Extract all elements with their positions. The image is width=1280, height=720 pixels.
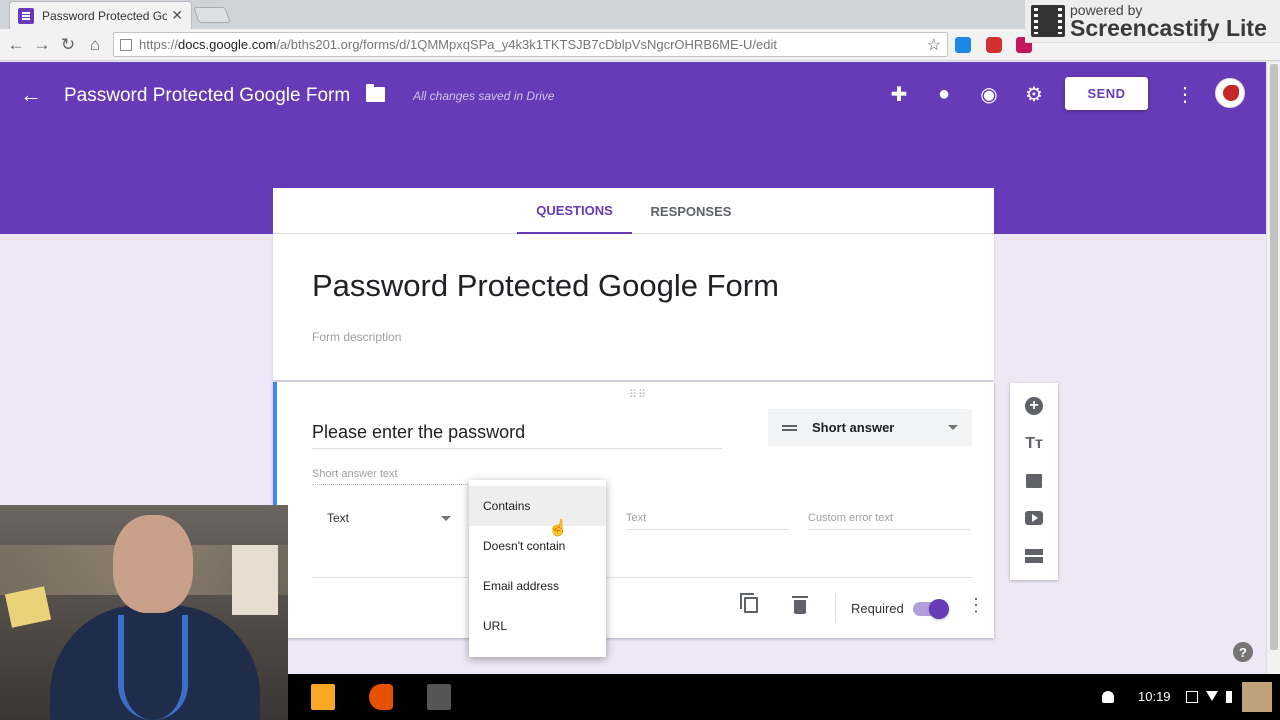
drive-extension-icon[interactable] [955, 37, 971, 53]
user-avatar[interactable] [1242, 682, 1272, 712]
tab-questions[interactable]: QUESTIONS [517, 188, 632, 234]
save-status: All changes saved in Drive [413, 89, 555, 103]
menu-item-contains[interactable]: Contains [469, 486, 606, 526]
validation-value-field[interactable]: Text [626, 512, 789, 530]
address-bar[interactable]: https://docs.google.com/a/bths201.org/fo… [113, 32, 948, 57]
webcam-poster [232, 545, 278, 615]
question-card[interactable]: ⠿⠿ Please enter the password Short answe… [273, 382, 994, 638]
scroll-thumb[interactable] [1270, 64, 1278, 650]
question-type-label: Short answer [812, 420, 895, 435]
send-button[interactable]: SEND [1065, 77, 1148, 110]
toggle-knob[interactable] [929, 599, 949, 619]
forward-icon[interactable]: → [31, 34, 53, 56]
menu-item-doesnt-contain[interactable]: Doesn't contain [469, 526, 606, 566]
side-toolbar: + Tт [1010, 383, 1058, 580]
folder-icon[interactable] [366, 84, 385, 102]
question-type-select[interactable]: Short answer [768, 409, 972, 446]
more-options-icon[interactable]: ⋮ [967, 596, 985, 614]
drag-handle-icon[interactable]: ⠿⠿ [629, 388, 647, 401]
page-info-icon[interactable] [120, 38, 132, 51]
webcam-note [4, 586, 52, 628]
more-vert-icon[interactable]: ⋮ [1173, 82, 1197, 106]
notification-bell-icon[interactable] [1102, 691, 1114, 703]
watermark-name: Screencastify Lite [1070, 14, 1267, 41]
settings-gear-icon[interactable]: ⚙ [1022, 82, 1046, 106]
account-avatar[interactable] [1215, 78, 1245, 108]
add-image-icon[interactable] [1024, 471, 1044, 491]
add-video-icon[interactable] [1024, 508, 1044, 528]
os-shelf: 10:19 [288, 674, 1280, 720]
clock[interactable]: 10:19 [1138, 689, 1171, 704]
tab-title: Password Protected Goo [42, 8, 167, 23]
validation-dropdown-menu: Contains Doesn't contain Email address U… [469, 480, 606, 657]
url-text: https://docs.google.com/a/bths201.org/fo… [139, 37, 778, 52]
add-question-icon[interactable]: + [1024, 396, 1044, 416]
header-form-title[interactable]: Password Protected Google Form [64, 85, 350, 107]
battery-icon[interactable] [1226, 691, 1232, 703]
slides-app-icon[interactable] [311, 684, 335, 710]
tab-close-icon[interactable]: ✕ [171, 7, 183, 24]
tab-responses[interactable]: RESPONSES [641, 188, 741, 234]
form-title[interactable]: Password Protected Google Form [312, 268, 779, 304]
hand-cursor-icon: ☝ [548, 520, 568, 537]
add-section-icon[interactable] [1024, 546, 1044, 566]
back-icon[interactable]: ← [5, 34, 27, 56]
cast-icon[interactable] [1186, 691, 1198, 703]
home-icon[interactable]: ⌂ [84, 34, 106, 56]
bookmark-star-icon[interactable]: ☆ [927, 35, 941, 55]
browser-tab[interactable]: Password Protected Goo ✕ [9, 1, 192, 29]
play-music-app-icon[interactable] [369, 684, 393, 710]
chevron-down-icon[interactable] [441, 516, 451, 521]
short-answer-icon [782, 428, 797, 431]
reload-icon[interactable]: ↻ [57, 34, 79, 56]
validation-type-select[interactable]: Text [327, 511, 349, 525]
menu-item-url[interactable]: URL [469, 606, 606, 646]
addons-puzzle-icon[interactable]: ✚ [887, 82, 911, 106]
duplicate-icon[interactable] [740, 593, 758, 613]
question-title-field[interactable]: Please enter the password [312, 422, 722, 449]
wifi-icon[interactable] [1206, 691, 1218, 701]
preview-eye-icon[interactable]: ◉ [977, 82, 1001, 106]
form-tabs: QUESTIONS RESPONSES [273, 188, 994, 234]
webcam-person-head [113, 515, 193, 613]
custom-error-field[interactable]: Custom error text [808, 512, 971, 530]
screencastify-app-icon[interactable] [427, 684, 451, 710]
required-label: Required [851, 601, 904, 616]
film-icon [1031, 5, 1065, 37]
screencastify-watermark: powered by Screencastify Lite [1025, 0, 1280, 43]
forms-favicon-icon [18, 7, 34, 24]
add-title-icon[interactable]: Tт [1024, 434, 1044, 454]
short-answer-placeholder: Short answer text [312, 468, 472, 485]
form-description-field[interactable]: Form description [312, 330, 401, 344]
new-tab-button[interactable] [193, 7, 231, 23]
palette-icon[interactable]: ● [932, 82, 956, 106]
help-icon[interactable]: ? [1233, 642, 1253, 662]
required-toggle[interactable] [913, 599, 949, 619]
menu-item-email-address[interactable]: Email address [469, 566, 606, 606]
divider [312, 577, 972, 578]
form-title-card: Password Protected Google Form Form desc… [273, 234, 994, 380]
page-scrollbar[interactable] [1266, 62, 1280, 674]
back-arrow-icon[interactable]: ← [20, 82, 42, 108]
chevron-down-icon [948, 425, 958, 430]
divider [835, 593, 836, 623]
webcam-lanyard [118, 615, 188, 720]
pocket-extension-icon[interactable] [986, 37, 1002, 53]
delete-icon[interactable] [792, 596, 808, 614]
webcam-overlay [0, 505, 288, 720]
